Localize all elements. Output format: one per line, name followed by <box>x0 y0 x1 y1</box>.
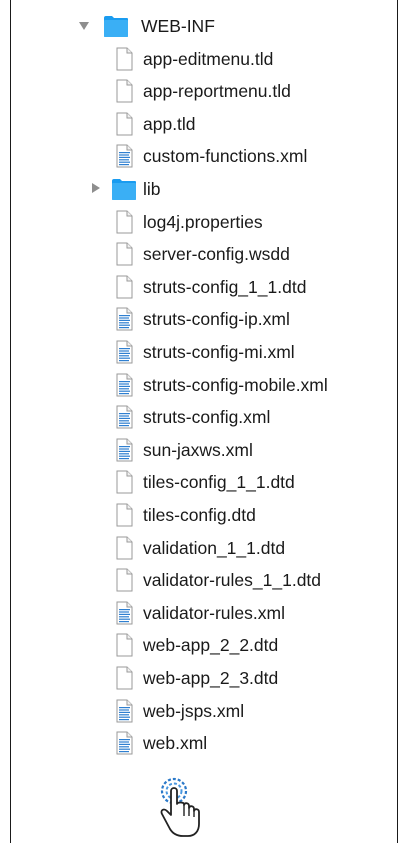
file-row-web-xml[interactable]: web.xml <box>11 727 397 759</box>
blank-document-icon <box>111 47 137 71</box>
blank-document-icon <box>111 633 137 657</box>
folder-name: lib <box>143 179 161 199</box>
file-row-server-config-wsdd[interactable]: server-config.wsdd <box>11 238 397 270</box>
file-name: web-jsps.xml <box>143 700 245 721</box>
folder-icon <box>111 177 137 201</box>
file-row-web-jsps-xml[interactable]: web-jsps.xml <box>11 695 397 727</box>
file-row-struts-config-ip-xml[interactable]: struts-config-ip.xml <box>11 303 397 335</box>
file-row-struts-config-xml[interactable]: struts-config.xml <box>11 401 397 433</box>
blank-document-icon <box>111 275 137 299</box>
blank-document-icon <box>111 568 137 592</box>
file-name: web-app_2_3.dtd <box>143 668 279 688</box>
file-row-web-app-2-2-dtd[interactable]: web-app_2_2.dtd <box>11 629 397 661</box>
file-name: app.tld <box>143 113 196 134</box>
blank-document-icon <box>111 79 137 103</box>
file-row-struts-config-1-1-dtd[interactable]: struts-config_1_1.dtd <box>11 271 397 303</box>
blank-document-icon <box>111 470 137 494</box>
file-row-web-app-2-3-dtd[interactable]: web-app_2_3.dtd <box>11 662 397 694</box>
text-document-icon <box>111 144 137 168</box>
disclosure-triangle-right-icon[interactable] <box>92 183 100 193</box>
file-name: app-reportmenu.tld <box>143 81 291 102</box>
file-row-validation-1-1-dtd[interactable]: validation_1_1.dtd <box>11 532 397 564</box>
file-name: server-config.wsdd <box>143 244 290 265</box>
file-row-app-reportmenu-tld[interactable]: app-reportmenu.tld <box>11 75 397 107</box>
file-name: sun-jaxws.xml <box>143 439 253 460</box>
text-document-icon <box>111 438 137 462</box>
file-name: struts-config_1_1.dtd <box>143 276 307 297</box>
text-document-icon <box>111 699 137 723</box>
folder-name: WEB-INF <box>141 16 215 36</box>
file-row-sun-jaxws-xml[interactable]: sun-jaxws.xml <box>11 434 397 466</box>
text-document-icon <box>111 405 137 429</box>
file-name: log4j.properties <box>143 211 263 232</box>
disclosure-triangle-down-icon[interactable] <box>79 22 89 30</box>
file-row-log4j-properties[interactable]: log4j.properties <box>11 206 397 238</box>
file-name: app-editmenu.tld <box>143 48 274 69</box>
file-name: struts-config-mobile.xml <box>143 374 328 395</box>
file-row-app-tld[interactable]: app.tld <box>11 108 397 140</box>
blank-document-icon <box>111 112 137 136</box>
file-name: web.xml <box>143 733 208 754</box>
text-document-icon <box>111 731 137 755</box>
file-name: struts-config-ip.xml <box>143 309 290 330</box>
file-row-struts-config-mobile-xml[interactable]: struts-config-mobile.xml <box>11 369 397 401</box>
text-document-icon <box>111 307 137 331</box>
folder-icon <box>103 14 129 38</box>
text-document-icon <box>111 340 137 364</box>
blank-document-icon <box>111 210 137 234</box>
file-name: validator-rules_1_1.dtd <box>143 570 322 591</box>
file-row-struts-config-mi-xml[interactable]: struts-config-mi.xml <box>11 336 397 368</box>
blank-document-icon <box>111 242 137 266</box>
file-tree-panel: WEB-INF app-editmenu.tld app-reportmenu.tl… <box>10 0 398 843</box>
text-document-icon <box>111 601 137 625</box>
file-row-custom-functions-xml[interactable]: custom-functions.xml <box>11 140 397 172</box>
file-name: tiles-config_1_1.dtd <box>143 472 295 493</box>
file-name: validator-rules.xml <box>143 602 285 623</box>
file-row-validator-rules-1-1-dtd[interactable]: validator-rules_1_1.dtd <box>11 564 397 596</box>
blank-document-icon <box>111 503 137 527</box>
folder-row-web-inf[interactable]: WEB-INF <box>11 10 397 42</box>
file-row-validator-rules-xml[interactable]: validator-rules.xml <box>11 597 397 629</box>
file-row-tiles-config-dtd[interactable]: tiles-config.dtd <box>11 499 397 531</box>
file-name: struts-config.xml <box>143 407 271 428</box>
file-name: custom-functions.xml <box>143 146 308 167</box>
file-name: struts-config-mi.xml <box>143 342 295 362</box>
file-name: web-app_2_2.dtd <box>143 635 279 656</box>
file-row-app-editmenu-tld[interactable]: app-editmenu.tld <box>11 43 397 75</box>
file-name: validation_1_1.dtd <box>143 537 286 558</box>
file-row-tiles-config-1-1-dtd[interactable]: tiles-config_1_1.dtd <box>11 466 397 498</box>
file-name: tiles-config.dtd <box>143 505 256 525</box>
blank-document-icon <box>111 666 137 690</box>
pointing-hand-click-icon <box>160 777 200 837</box>
folder-row-lib[interactable]: lib <box>11 173 397 205</box>
blank-document-icon <box>111 536 137 560</box>
text-document-icon <box>111 373 137 397</box>
